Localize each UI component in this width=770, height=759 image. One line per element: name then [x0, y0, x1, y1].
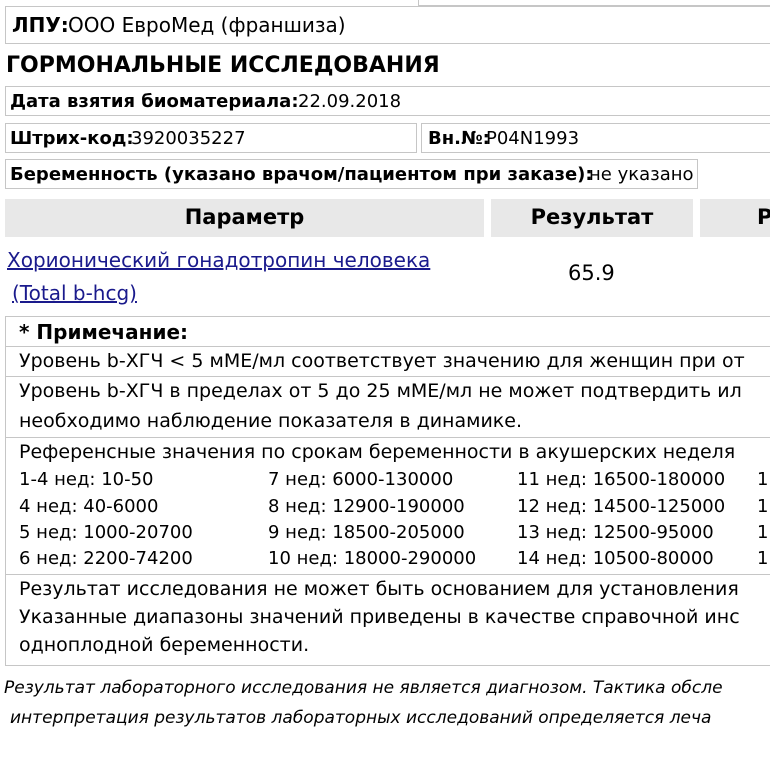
- ref-cell: 1: [757, 522, 769, 543]
- ref-cell: 7 нед: 6000-130000: [268, 469, 454, 490]
- note-line-2a: Уровень b-ХГЧ в пределах от 5 до 25 мМЕ/…: [19, 380, 742, 402]
- final-note-line-2: Указанные диапазоны значений приведены в…: [19, 606, 740, 628]
- final-note-line-3: одноплодной беременности.: [19, 634, 310, 656]
- internal-number-box: Вн.№: P04N1993: [421, 123, 770, 153]
- date-value: 22.09.2018: [298, 91, 402, 112]
- date-label: Дата взятия биоматериала:: [10, 91, 299, 112]
- column-header-result: Результат: [491, 199, 693, 237]
- column-header-reference: Р: [700, 199, 770, 237]
- ref-cell: 9 нед: 18500-205000: [268, 522, 465, 543]
- note-divider-4: [5, 574, 770, 575]
- ref-cell: 4 нед: 40-6000: [19, 496, 159, 517]
- pregnancy-box: Беременность (указано врачом/пациентом п…: [5, 159, 698, 189]
- ref-cell: 1-4 нед: 10-50: [19, 469, 154, 490]
- reference-title: Референсные значения по срокам беременно…: [19, 441, 736, 463]
- ref-cell: 12 нед: 14500-125000: [517, 496, 726, 517]
- barcode-label: Штрих-код:: [10, 128, 134, 149]
- column-header-result-label: Результат: [530, 205, 654, 229]
- parameter-link[interactable]: Хорионический гонадотропин человека (Tot…: [7, 244, 487, 310]
- ref-cell: 1: [757, 469, 769, 490]
- barcode-box: Штрих-код: 3920035227: [5, 123, 417, 153]
- ref-cell: 13 нед: 12500-95000: [517, 522, 714, 543]
- ref-cell: 1: [757, 548, 769, 569]
- ref-cell: 6 нед: 2200-74200: [19, 548, 193, 569]
- note-line-2b: необходимо наблюдение показателя в динам…: [19, 410, 523, 432]
- lpu-label: ЛПУ:: [12, 13, 69, 37]
- ref-cell: 1: [757, 496, 769, 517]
- internal-number-value: P04N1993: [486, 128, 580, 149]
- pregnancy-value: не указано: [589, 164, 694, 185]
- ref-cell: 5 нед: 1000-20700: [19, 522, 193, 543]
- ref-cell: 11 нед: 16500-180000: [517, 469, 726, 490]
- date-box: Дата взятия биоматериала: 22.09.2018: [5, 86, 770, 116]
- internal-number-label: Вн.№:: [428, 128, 490, 149]
- note-divider-3: [5, 437, 770, 438]
- note-divider-1: [5, 346, 770, 347]
- footer-disclaimer-line-2: интерпретация результатов лабораторных и…: [10, 708, 712, 728]
- parameter-name-line1[interactable]: Хорионический гонадотропин человека: [7, 248, 430, 272]
- column-header-parameter-label: Параметр: [184, 205, 305, 229]
- section-title: ГОРМОНАЛЬНЫЕ ИССЛЕДОВАНИЯ: [6, 53, 440, 78]
- note-divider-2: [5, 376, 770, 377]
- column-header-parameter: Параметр: [5, 199, 484, 237]
- note-title: * Примечание:: [19, 320, 189, 344]
- parameter-name-line2[interactable]: (Total b-hcg): [12, 281, 137, 305]
- pregnancy-label: Беременность (указано врачом/пациентом п…: [10, 164, 593, 185]
- ref-cell: 8 нед: 12900-190000: [268, 496, 465, 517]
- barcode-value: 3920035227: [131, 128, 246, 149]
- result-value: 65.9: [568, 261, 615, 285]
- lpu-box: ЛПУ: ООО ЕвроМед (франшиза): [5, 6, 770, 44]
- ref-cell: 10 нед: 18000-290000: [268, 548, 477, 569]
- ref-cell: 14 нед: 10500-80000: [517, 548, 714, 569]
- footer-disclaimer-line-1: Результат лабораторного исследования не …: [4, 678, 723, 698]
- final-note-line-1: Результат исследования не может быть осн…: [19, 578, 739, 600]
- column-header-reference-label: Р: [757, 205, 770, 229]
- note-line-1: Уровень b-ХГЧ < 5 мМЕ/мл соответствует з…: [19, 350, 745, 372]
- lpu-value: ООО ЕвроМед (франшиза): [68, 13, 346, 37]
